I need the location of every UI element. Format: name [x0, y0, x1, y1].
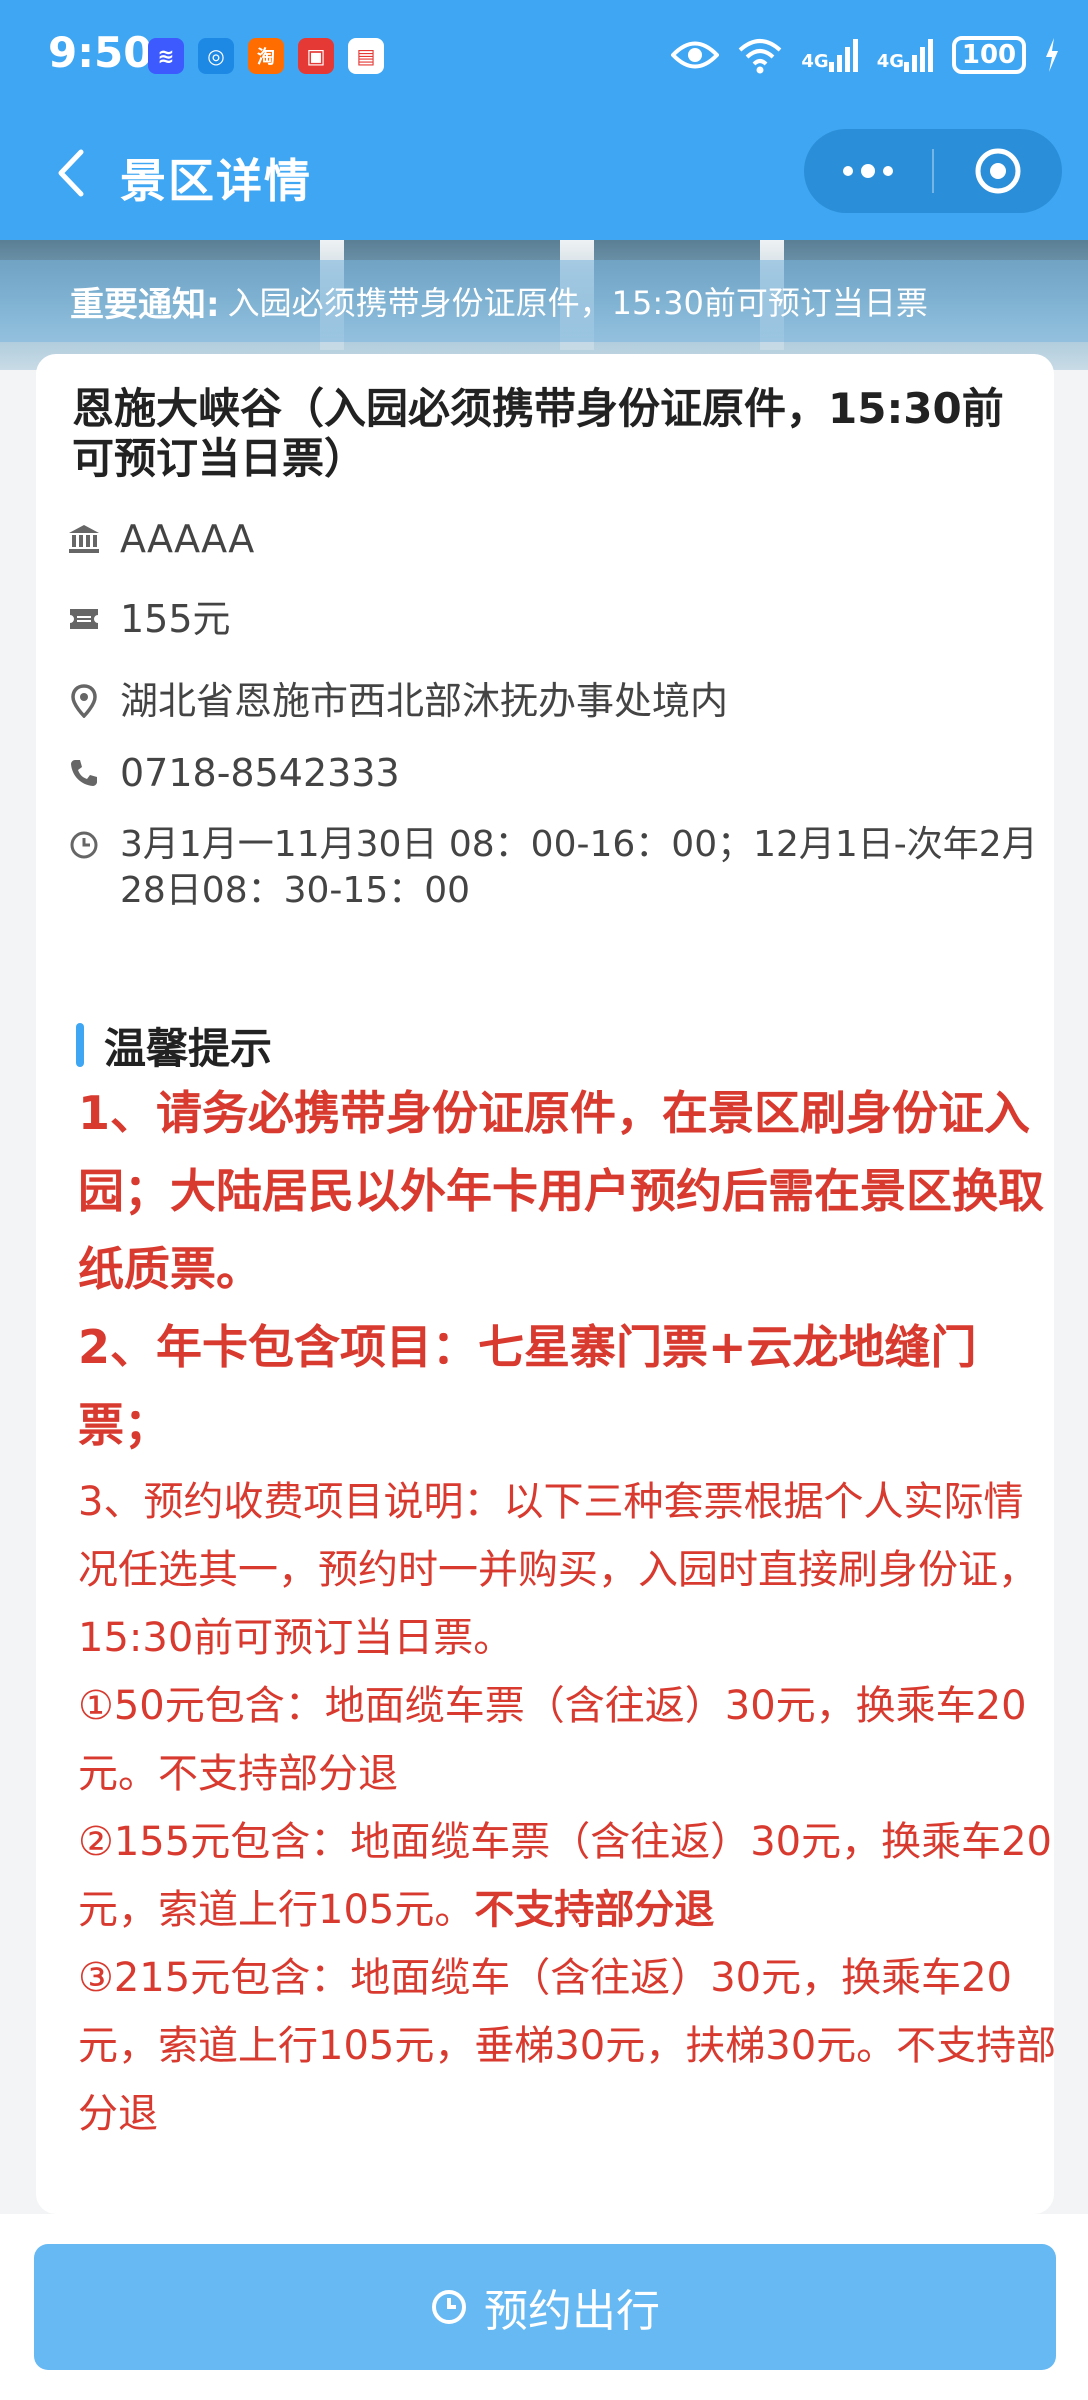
more-dots-icon [843, 164, 893, 178]
status-icons: 4G 4G 100 [671, 32, 1060, 78]
clock-icon [432, 2290, 466, 2324]
scenic-address: 湖北省恩施市西北部沐抚办事处境内 [120, 679, 729, 723]
wifi-icon [739, 39, 782, 74]
price-row: 155元 [62, 596, 1042, 642]
eye-icon [671, 41, 720, 69]
scenic-detail-card: 恩施大峡谷（入园必须携带身份证原件，15:30前可预订当日票） AAAAA 15… [36, 354, 1056, 2214]
ticket-icon [62, 596, 106, 642]
notice-text: 入园必须携带身份证原件，15:30前可预订当日票 [227, 284, 928, 322]
phone-icon [62, 750, 106, 796]
browser-app-icon: ◎ [198, 38, 234, 74]
tips-accent-bar [76, 1023, 84, 1067]
phone-row[interactable]: 0718-8542333 [62, 750, 1042, 796]
notice-head: 重要通知: [70, 284, 220, 325]
notice-bar: 重要通知: 入园必须携带身份证原件，15:30前可预订当日票 [0, 260, 1088, 342]
status-time: 9:50 [48, 28, 153, 77]
voice-app-icon: ≋ [148, 38, 184, 74]
scenic-title: 恩施大峡谷（入园必须携带身份证原件，15:30前可预订当日票） [72, 384, 1004, 483]
tip-line-4: ①50元包含：地面缆车票（含往返）30元，换乘车20元。不支持部分退 [78, 1683, 1027, 1797]
level-row: AAAAA [62, 516, 1042, 562]
miniprogram-capsule [804, 129, 1062, 213]
scenic-level: AAAAA [120, 517, 255, 561]
tip-line-2: 2、年卡包含项目：七星寨门票+云龙地缝门票； [78, 1320, 977, 1452]
location-pin-icon [62, 678, 106, 724]
tip-line-5: ②155元包含：地面缆车票（含往返）30元，换乘车20元，索道上行105元。不支… [78, 1808, 1058, 1944]
battery-indicator: 100 [952, 36, 1026, 74]
tips-header: 温馨提示 [76, 1020, 272, 1073]
reserve-label: 预约出行 [484, 2286, 660, 2337]
more-button[interactable] [804, 129, 932, 213]
back-button[interactable] [40, 143, 100, 203]
taobao-app-icon: 淘 [248, 38, 284, 74]
tip-line-5b: 不支持部分退 [474, 1887, 715, 1933]
landmark-icon [62, 516, 106, 562]
tip-line-3: 3、预约收费项目说明：以下三种套票根据个人实际情况任选其一，预约时一并购买，入园… [78, 1479, 1038, 1661]
tips-title: 温馨提示 [104, 1023, 273, 1073]
calendar-app-icon: ▤ [348, 38, 384, 74]
reserve-button[interactable]: 预约出行 [34, 2244, 1056, 2370]
tips-content: 1、请务必携带身份证原件，在景区刷身份证入园；大陆居民以外年卡用户预约后需在景区… [78, 1074, 1058, 2148]
scenic-hours: 3月1月一11月30日 08：00-16：00；12月1日-次年2月28日08：… [120, 824, 1038, 911]
close-miniprogram-button[interactable] [934, 129, 1062, 213]
bottom-bar: 预约出行 [0, 2214, 1088, 2400]
page-title: 景区详情 [120, 154, 312, 208]
signal-1-icon: 4G [801, 38, 858, 72]
chevron-left-icon [58, 149, 84, 197]
address-row[interactable]: 湖北省恩施市西北部沐抚办事处境内 [62, 678, 1042, 724]
target-circle-icon [975, 148, 1021, 194]
clock-icon [62, 822, 106, 868]
nav-bar: 景区详情 [0, 115, 1088, 230]
scenic-phone: 0718-8542333 [120, 751, 400, 795]
scenic-price: 155元 [120, 597, 231, 641]
hours-row: 3月1月一11月30日 08：00-16：00；12月1日-次年2月28日08：… [62, 822, 1042, 914]
tip-line-1: 1、请务必携带身份证原件，在景区刷身份证入园；大陆居民以外年卡用户预约后需在景区… [78, 1086, 1044, 1296]
tip-line-6: ③215元包含：地面缆车（含往返）30元，换乘车20元，索道上行105元，垂梯3… [78, 1955, 1057, 2137]
charging-icon [1046, 38, 1058, 72]
signal-2-icon: 4G [877, 38, 934, 72]
status-bar: 9:50 ≋ ◎ 淘 ▣ ▤ 4G 4G 100 [0, 0, 1088, 115]
book-app-icon: ▣ [298, 38, 334, 74]
header-area: 9:50 ≋ ◎ 淘 ▣ ▤ 4G 4G 100 景区详情 [0, 0, 1088, 240]
